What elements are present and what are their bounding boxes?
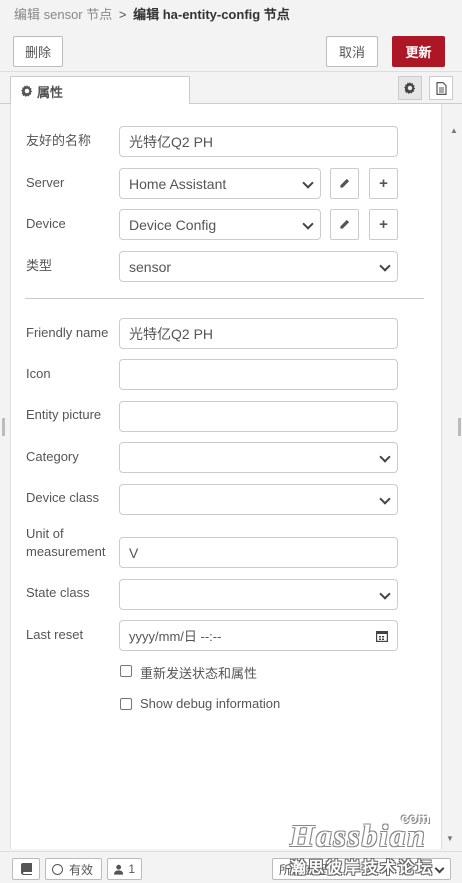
node-help-button[interactable] — [12, 858, 40, 880]
book-icon — [20, 863, 32, 875]
pencil-icon — [340, 219, 350, 229]
state-class-select[interactable] — [119, 579, 398, 610]
add-device-button[interactable]: + — [369, 209, 398, 240]
unit-label-line2: measurement — [26, 544, 106, 559]
enabled-label: 有效 — [69, 862, 94, 877]
breadcrumb-separator: > — [118, 7, 127, 22]
device-select[interactable]: Device Config — [119, 209, 321, 240]
tab-properties[interactable]: 属性 — [10, 76, 190, 105]
document-icon — [435, 81, 447, 95]
edit-toolbar: 删除 取消 更新 — [0, 26, 462, 72]
plus-icon: + — [379, 216, 388, 233]
cancel-button[interactable]: 取消 — [326, 36, 378, 67]
forum-watermark: Hassbian com 瀚思彼岸技术论坛 — [282, 806, 452, 877]
friendly-name-cn-label: 友好的名称 — [26, 133, 92, 148]
device-label: Device — [26, 216, 66, 231]
entity-picture-label: Entity picture — [26, 407, 102, 422]
resize-handle-right[interactable] — [458, 418, 461, 436]
watermark-subtitle: 瀚思彼岸技术论坛 — [290, 860, 435, 877]
pencil-icon — [340, 178, 350, 188]
breadcrumb-current: 编辑 ha-entity-config 节点 — [133, 7, 290, 22]
plus-icon: + — [379, 175, 388, 192]
unit-label: Unit of measurement — [26, 525, 105, 561]
icon-input[interactable] — [119, 359, 398, 390]
show-debug-checkbox[interactable] — [120, 698, 132, 710]
section-divider — [25, 298, 424, 299]
type-label: 类型 — [26, 258, 53, 273]
user-count: 1 — [128, 862, 135, 876]
add-server-button[interactable]: + — [369, 168, 398, 199]
show-debug-label: Show debug information — [140, 696, 281, 711]
delete-button[interactable]: 删除 — [13, 36, 63, 67]
icon-label: Icon — [26, 366, 51, 381]
description-tab-button[interactable] — [429, 76, 453, 100]
unit-label-line1: Unit of — [26, 526, 64, 541]
settings-tab-button[interactable] — [398, 76, 422, 100]
unit-input[interactable]: V — [119, 537, 398, 568]
edit-device-button[interactable] — [330, 209, 359, 240]
user-count-button[interactable]: 1 — [107, 858, 142, 880]
last-reset-placeholder: yyyy/mm/日 --:-- — [129, 629, 222, 644]
resend-state-checkbox[interactable] — [120, 665, 132, 677]
resend-state-label: 重新发送状态和属性 — [140, 666, 258, 681]
last-reset-input[interactable]: yyyy/mm/日 --:-- — [119, 620, 398, 651]
gear-icon — [404, 82, 416, 94]
state-class-label: State class — [26, 585, 90, 600]
type-select[interactable]: sensor — [119, 251, 398, 282]
tab-properties-label: 属性 — [37, 84, 64, 100]
friendly-name-label: Friendly name — [26, 325, 109, 340]
edit-server-button[interactable] — [330, 168, 359, 199]
enabled-toggle[interactable]: 有效 — [45, 858, 102, 880]
gear-icon — [21, 85, 33, 97]
last-reset-label: Last reset — [26, 627, 84, 642]
resize-handle-left[interactable] — [2, 418, 5, 436]
breadcrumb-parent[interactable]: 编辑 sensor 节点 — [14, 7, 112, 22]
device-class-select[interactable] — [119, 484, 398, 515]
entity-picture-input[interactable] — [119, 401, 398, 432]
server-label: Server — [26, 175, 65, 190]
category-select[interactable] — [119, 442, 398, 473]
user-icon — [114, 864, 124, 875]
friendly-name-cn-input[interactable]: 光特亿Q2 PH — [119, 126, 398, 157]
device-class-label: Device class — [26, 490, 99, 505]
scroll-up-arrow-icon[interactable]: ▲ — [450, 126, 458, 135]
server-select[interactable]: Home Assistant — [119, 168, 321, 199]
breadcrumb: 编辑 sensor 节点 > 编辑 ha-entity-config 节点 — [0, 0, 462, 26]
status-circle-icon — [52, 863, 63, 875]
calendar-icon[interactable] — [376, 630, 388, 642]
watermark-com: com — [401, 810, 430, 826]
category-label: Category — [26, 449, 79, 464]
update-button[interactable]: 更新 — [392, 36, 445, 67]
tab-bar: 属性 — [0, 72, 462, 105]
friendly-name-input[interactable]: 光特亿Q2 PH — [119, 318, 398, 349]
scrollbar[interactable] — [442, 104, 458, 849]
